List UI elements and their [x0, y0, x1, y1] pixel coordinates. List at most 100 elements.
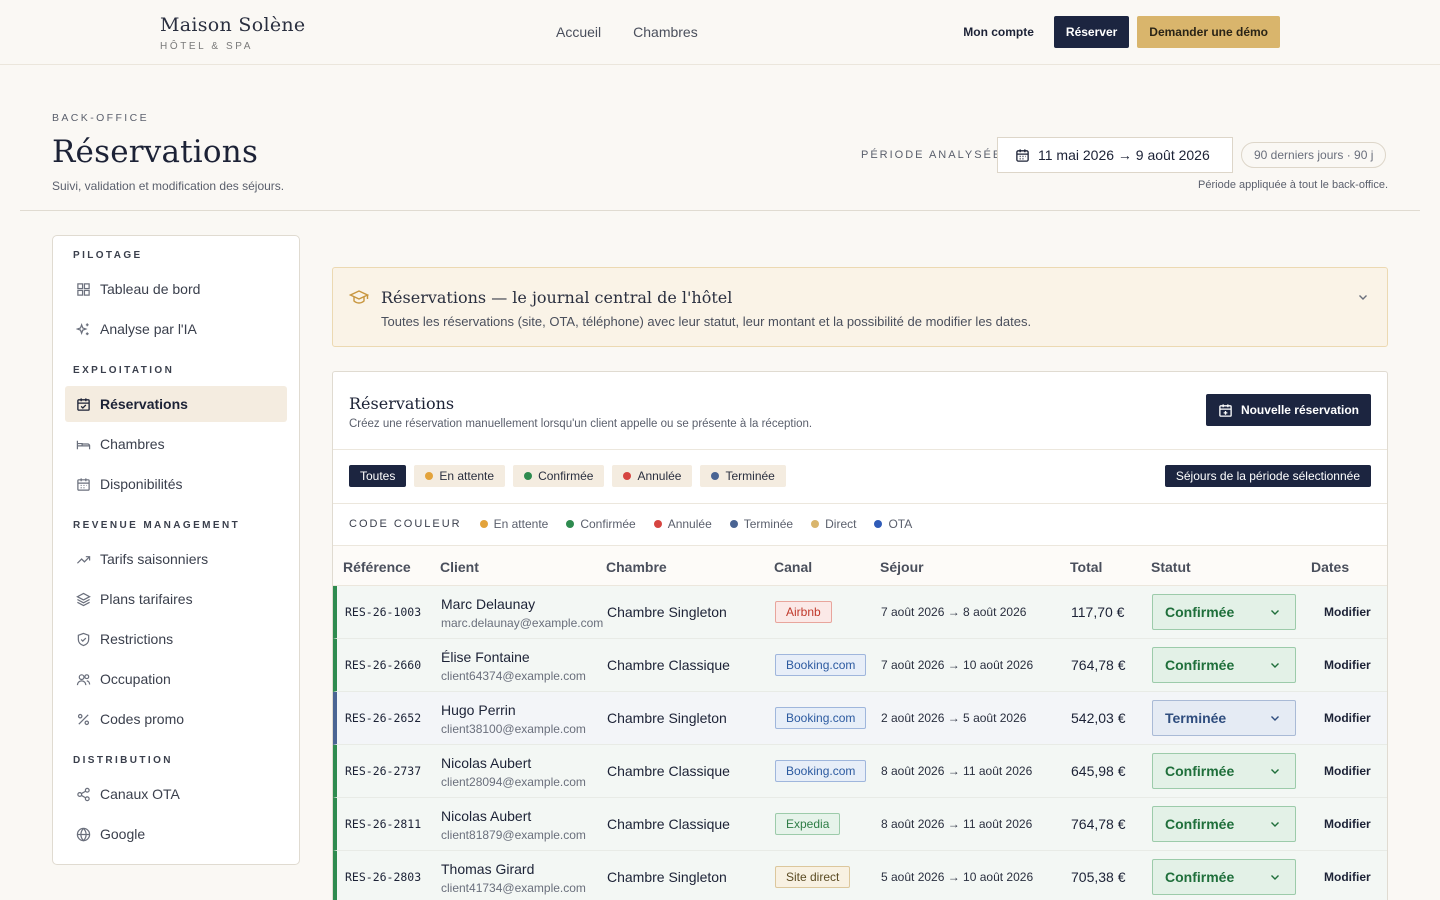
status-select[interactable]: Confirmée	[1152, 594, 1296, 630]
stay-dates: 5 août 2026 → 10 août 2026	[881, 870, 1034, 884]
modify-button[interactable]: Modifier	[1324, 764, 1371, 778]
period-picker[interactable]: 11 mai 2026 → 9 août 2026	[997, 137, 1233, 173]
filter-finished[interactable]: Terminée	[700, 465, 786, 487]
share-icon	[77, 787, 90, 801]
filter-pending[interactable]: En attente	[414, 465, 506, 487]
direct-dot	[811, 520, 820, 528]
room-type: Chambre Singleton	[607, 869, 727, 885]
sidebar-item-ota[interactable]: Canaux OTA	[65, 776, 287, 812]
sidebar-item-tarifs[interactable]: Tarifs saisonniers	[65, 541, 287, 577]
column-header-total[interactable]: Total	[1070, 559, 1102, 575]
sidebar-item-occupation[interactable]: Occupation	[65, 661, 287, 697]
sidebar-item-disponibilites[interactable]: Disponibilités	[65, 466, 287, 502]
modify-button[interactable]: Modifier	[1324, 711, 1371, 725]
sidebar-item-chambres[interactable]: Chambres	[65, 426, 287, 462]
column-header-dates[interactable]: Dates	[1311, 559, 1349, 575]
period-stays-button[interactable]: Séjours de la période sélectionnée	[1164, 465, 1371, 487]
reserve-button[interactable]: Réserver	[1053, 16, 1130, 48]
account-link[interactable]: Mon compte	[951, 17, 1046, 47]
stay-dates: 8 août 2026 → 11 août 2026	[881, 817, 1033, 831]
period-note: Période appliquée à tout le back-office.	[1198, 179, 1388, 191]
graduation-cap-icon	[349, 290, 369, 304]
table-row[interactable]: RES-26-2811 Nicolas Aubert client81879@e…	[333, 798, 1387, 851]
modify-button[interactable]: Modifier	[1324, 817, 1371, 831]
client-email: client81879@example.com	[441, 828, 586, 842]
channel-badge: Airbnb	[775, 601, 832, 623]
room-type: Chambre Singleton	[607, 604, 727, 620]
brand-tagline: HÔTEL & SPA	[160, 41, 254, 52]
sidebar-item-label: Google	[100, 826, 146, 842]
sidebar-section-exploitation: EXPLOITATION	[73, 365, 175, 376]
sidebar-item-dashboard[interactable]: Tableau de bord	[65, 271, 287, 307]
sidebar-item-restrictions[interactable]: Restrictions	[65, 621, 287, 657]
period-label: PÉRIODE ANALYSÉE	[861, 149, 1003, 161]
sidebar-item-label: Codes promo	[100, 711, 185, 727]
sidebar-item-promo[interactable]: Codes promo	[65, 701, 287, 737]
nav-link-chambres[interactable]: Chambres	[633, 24, 698, 40]
brand-logo[interactable]: Maison Solène HÔTEL & SPA	[160, 14, 305, 52]
legend-label: Direct	[825, 517, 857, 531]
filter-cancelled[interactable]: Annulée	[612, 465, 693, 487]
table-row[interactable]: RES-26-2737 Nicolas Aubert client28094@e…	[333, 745, 1387, 798]
status-select[interactable]: Terminée	[1152, 700, 1296, 736]
period-range: 11 mai 2026 → 9 août 2026	[1038, 147, 1210, 163]
new-reservation-button[interactable]: Nouvelle réservation	[1205, 394, 1371, 426]
column-header-client[interactable]: Client	[440, 559, 479, 575]
sidebar-item-label: Disponibilités	[100, 476, 183, 492]
table-row[interactable]: RES-26-2652 Hugo Perrin client38100@exam…	[333, 692, 1387, 745]
room-type: Chambre Classique	[607, 816, 730, 832]
sidebar-item-label: Tarifs saisonniers	[100, 551, 209, 567]
status-value: Terminée	[1165, 710, 1227, 726]
request-demo-button[interactable]: Demander une démo	[1137, 16, 1280, 48]
table-row[interactable]: RES-26-2803 Thomas Girard client41734@ex…	[333, 851, 1387, 900]
chevron-down-icon	[1271, 716, 1279, 721]
globe-icon	[76, 827, 91, 841]
status-select[interactable]: Confirmée	[1152, 753, 1296, 789]
legend-item: Direct	[811, 517, 856, 531]
calendar-icon	[77, 477, 90, 491]
column-header-status[interactable]: Statut	[1151, 559, 1191, 575]
modify-button[interactable]: Modifier	[1324, 605, 1371, 619]
filter-confirmed[interactable]: Confirmée	[513, 465, 605, 487]
reservation-ref: RES-26-2660	[345, 658, 422, 672]
modify-button[interactable]: Modifier	[1324, 658, 1371, 672]
sidebar-item-label: Analyse par l'IA	[100, 321, 197, 337]
table-row[interactable]: RES-26-1003 Marc Delaunay marc.delaunay@…	[333, 586, 1387, 639]
modify-button[interactable]: Modifier	[1324, 870, 1371, 884]
sidebar-item-plans[interactable]: Plans tarifaires	[65, 581, 287, 617]
pending-dot	[479, 520, 488, 528]
column-header-channel[interactable]: Canal	[774, 559, 812, 575]
status-select[interactable]: Confirmée	[1152, 859, 1296, 895]
filter-label: Terminée	[725, 469, 775, 483]
cancelled-dot	[653, 520, 662, 528]
sidebar-item-ai-analysis[interactable]: Analyse par l'IA	[65, 311, 287, 347]
column-header-stay[interactable]: Séjour	[880, 559, 924, 575]
total-amount: 645,98 €	[1071, 763, 1126, 779]
trend-icon	[76, 555, 91, 564]
table-header: Référence Client Chambre Canal Séjour To…	[333, 545, 1387, 586]
reservation-ref: RES-26-2803	[345, 870, 422, 884]
nav-link-accueil[interactable]: Accueil	[556, 24, 601, 40]
ota-dot	[874, 520, 883, 528]
column-header-reference[interactable]: Référence	[343, 559, 411, 575]
users-icon	[76, 673, 91, 685]
top-navigation: Maison Solène HÔTEL & SPA Accueil Chambr…	[0, 0, 1440, 65]
page-title: Réservations	[52, 134, 259, 170]
chevron-down-icon[interactable]	[1357, 291, 1369, 303]
sidebar-item-label: Réservations	[100, 396, 188, 412]
client-name: Nicolas Aubert	[441, 808, 532, 824]
legend-item: Terminée	[729, 517, 793, 531]
banner-title: Réservations — le journal central de l'h…	[381, 288, 733, 307]
column-header-room[interactable]: Chambre	[606, 559, 667, 575]
status-select[interactable]: Confirmée	[1152, 647, 1296, 683]
status-select[interactable]: Confirmée	[1152, 806, 1296, 842]
period-duration-pill[interactable]: 90 derniers jours · 90 j	[1241, 142, 1387, 168]
sidebar-item-google[interactable]: Google	[65, 816, 287, 852]
sidebar-item-label: Canaux OTA	[100, 786, 180, 802]
breadcrumb: BACK-OFFICE	[52, 112, 149, 124]
table-row[interactable]: RES-26-2660 Élise Fontaine client64374@e…	[333, 639, 1387, 692]
legend-title: CODE COULEUR	[349, 518, 462, 530]
sidebar-item-reservations[interactable]: Réservations	[65, 386, 287, 422]
bed-icon	[76, 440, 91, 449]
filter-all[interactable]: Toutes	[349, 465, 407, 487]
